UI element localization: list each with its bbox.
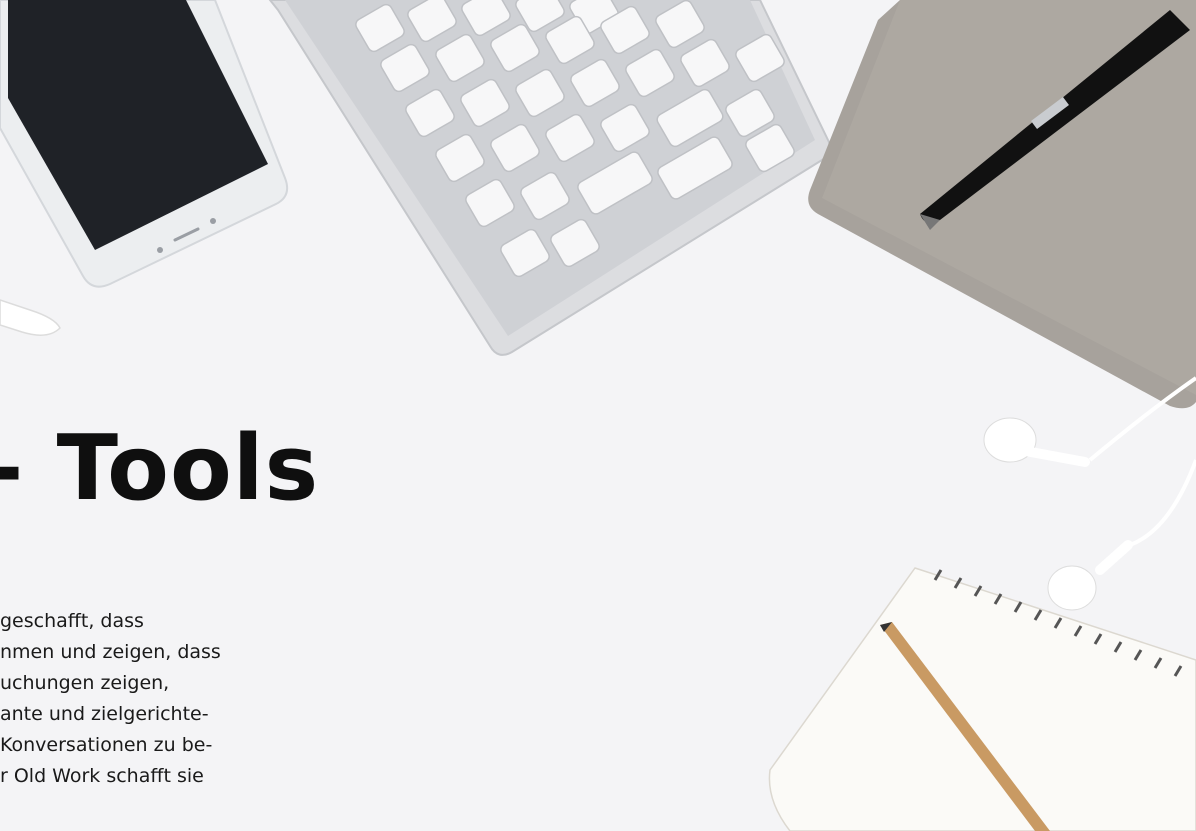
notepad [768,567,1196,831]
body-line: nmen und zeigen, dass [0,641,221,663]
smartphone [0,0,289,288]
cable-plug [0,299,61,336]
earphones [983,376,1196,611]
hero-image: - Tools geschafft, dass nmen und zeigen,… [0,0,1196,831]
keyboard [268,0,831,356]
body-line: Konversationen zu be- [0,734,213,756]
hero-body-text: geschafft, dass nmen und zeigen, dass uc… [0,606,380,792]
body-line: r Old Work schafft sie [0,765,204,787]
body-line: uchungen zeigen, [0,672,170,694]
hero-headline: - Tools [0,416,320,521]
body-line: geschafft, dass [0,610,144,632]
body-line: ante und zielgerichte- [0,703,209,725]
